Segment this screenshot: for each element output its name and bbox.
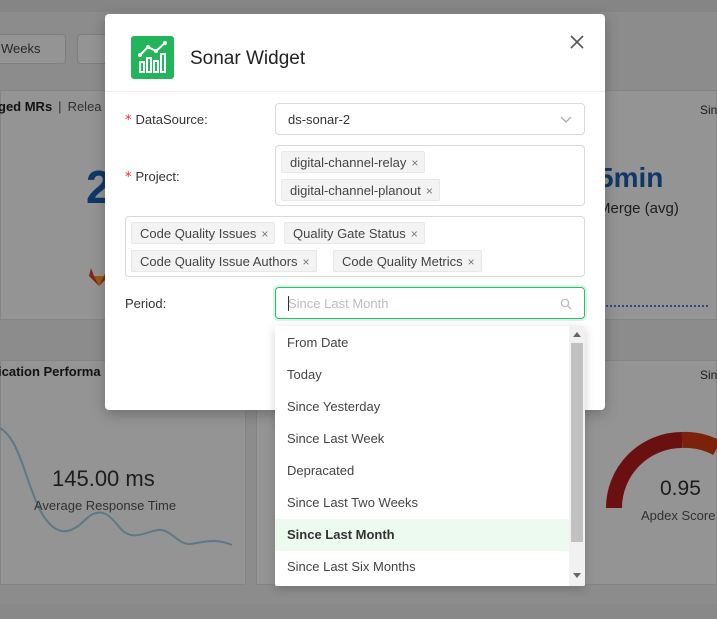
option-since-last-week[interactable]: Since Last Week — [275, 423, 569, 455]
sonar-chart-icon — [131, 36, 174, 79]
tag-close-icon[interactable]: × — [468, 255, 475, 269]
project-label: * Project: — [125, 169, 180, 185]
metric-tag: Code Quality Issues × — [131, 222, 276, 244]
option-since-last-two-weeks[interactable]: Since Last Two Weeks — [275, 487, 569, 519]
period-search-input[interactable]: Since Last Month — [275, 287, 585, 319]
tag-close-icon[interactable]: × — [261, 227, 268, 241]
datasource-select[interactable]: ds-sonar-2 — [275, 103, 585, 135]
datasource-value: ds-sonar-2 — [288, 112, 351, 127]
tag-close-icon[interactable]: × — [411, 227, 418, 241]
close-icon[interactable] — [567, 32, 587, 52]
scroll-up-icon[interactable] — [573, 332, 581, 337]
metric-tag: Code Quality Issue Authors × — [131, 250, 317, 272]
metric-tag: Quality Gate Status × — [284, 222, 425, 244]
required-mark: * — [125, 170, 132, 185]
search-icon — [560, 298, 572, 310]
modal-title: Sonar Widget — [190, 48, 306, 69]
option-depracated[interactable]: Depracated — [275, 455, 569, 487]
period-label: Period: — [125, 296, 167, 311]
modal-header: Sonar Widget — [105, 14, 605, 92]
project-tag: digital-channel-relay × — [281, 151, 426, 173]
option-since-last-month[interactable]: Since Last Month — [275, 519, 569, 551]
dropdown-scrollbar[interactable] — [569, 326, 585, 586]
option-since-last-six-months[interactable]: Since Last Six Months — [275, 551, 569, 583]
project-select[interactable]: digital-channel-relay × digital-channel-p… — [275, 145, 585, 206]
option-since-yesterday[interactable]: Since Yesterday — [275, 391, 569, 423]
tag-close-icon[interactable]: × — [426, 184, 433, 198]
chevron-down-icon — [560, 116, 572, 123]
text-cursor — [288, 296, 289, 311]
datasource-label: * DataSource: — [125, 112, 208, 128]
scroll-thumb[interactable] — [571, 343, 583, 542]
scroll-down-icon[interactable] — [573, 573, 581, 578]
metrics-select[interactable]: Code Quality Issues × Quality Gate Status… — [125, 216, 585, 277]
tag-close-icon[interactable]: × — [411, 156, 418, 170]
option-from-date[interactable]: From Date — [275, 327, 569, 359]
option-today[interactable]: Today — [275, 359, 569, 391]
tag-close-icon[interactable]: × — [303, 255, 310, 269]
metric-tag: Code Quality Metrics × — [333, 250, 482, 272]
required-mark: * — [125, 113, 132, 128]
period-placeholder: Since Last Month — [288, 296, 389, 311]
project-tag: digital-channel-planout × — [281, 179, 440, 201]
period-dropdown: From Date Today Since Yesterday Since La… — [275, 326, 585, 586]
